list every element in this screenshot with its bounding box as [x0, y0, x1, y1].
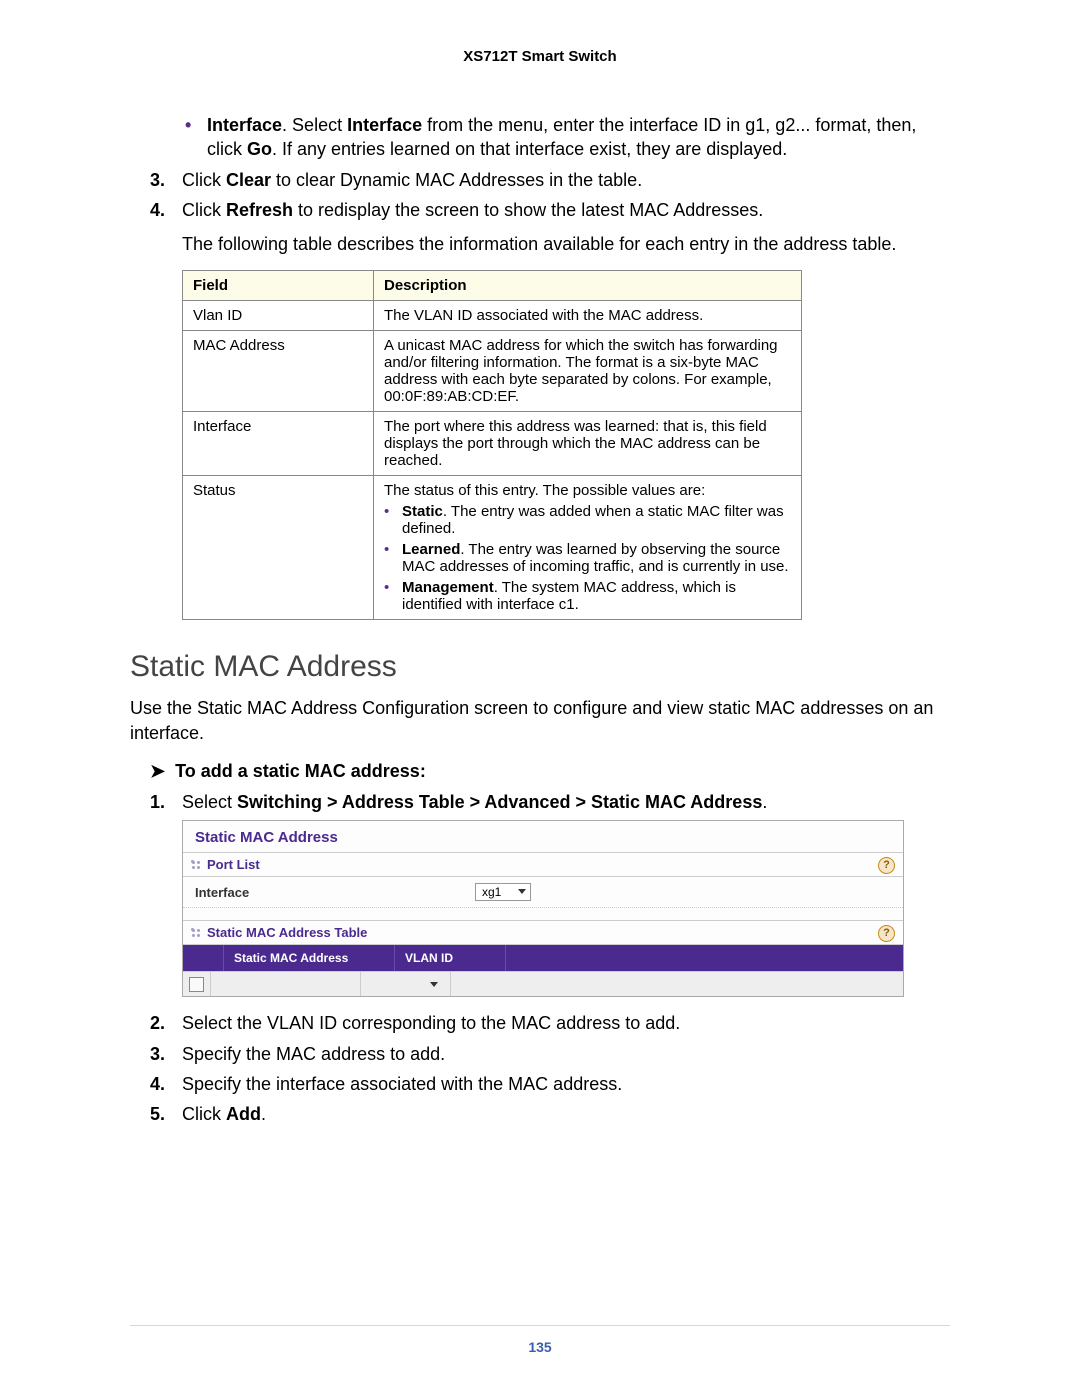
td-desc: A unicast MAC address for which the swit… — [374, 331, 802, 412]
bullet-dot-icon: • — [384, 541, 402, 575]
status-item: • Static. The entry was added when a sta… — [384, 503, 791, 537]
td-field: Status — [183, 476, 374, 620]
td-field: MAC Address — [183, 331, 374, 412]
task-step-3: 3. Specify the MAC address to add. — [150, 1042, 950, 1066]
table-row: MAC Address A unicast MAC address for wh… — [183, 331, 802, 412]
table-row: Status The status of this entry. The pos… — [183, 476, 802, 620]
intro-bullet: • Interface. Select Interface from the m… — [185, 113, 950, 162]
arrow-right-icon: ➤ — [150, 761, 165, 782]
help-icon[interactable]: ? — [878, 857, 895, 874]
status-item-text: . The entry was added when a static MAC … — [402, 503, 784, 537]
intro-text-3: . If any entries learned on that interfa… — [272, 139, 787, 159]
table-row: Interface The port where this address wa… — [183, 412, 802, 476]
step-number: 2. — [150, 1011, 182, 1035]
intro-text-1: . Select — [282, 115, 347, 135]
grip-dots-icon — [191, 860, 201, 870]
section-heading: Static MAC Address — [130, 650, 950, 684]
ui-column-header-row: Static MAC Address VLAN ID — [183, 945, 903, 971]
step-text: . — [762, 792, 767, 812]
step-number: 1. — [150, 790, 182, 814]
vlan-select-cell[interactable] — [361, 972, 451, 996]
bullet-dot-icon: • — [384, 579, 402, 613]
step-bold: Add — [226, 1104, 261, 1124]
grip-dots-icon — [191, 928, 201, 938]
step-number: 3. — [150, 168, 182, 192]
task-step-4: 4. Specify the interface associated with… — [150, 1072, 950, 1096]
task-step-5: 5. Click Add. — [150, 1102, 950, 1126]
status-item: • Management. The system MAC address, wh… — [384, 579, 791, 613]
interface-select[interactable]: xg1 — [475, 883, 531, 901]
chevron-down-icon — [518, 889, 526, 894]
task-step-1: 1. Select Switching > Address Table > Ad… — [150, 790, 950, 814]
td-desc: The status of this entry. The possible v… — [374, 476, 802, 620]
task-heading: ➤ To add a static MAC address: — [150, 761, 950, 782]
th-description: Description — [374, 271, 802, 301]
th-checkbox — [183, 945, 224, 971]
intro-bold-3: Go — [247, 139, 272, 159]
step-text: Select — [182, 792, 237, 812]
td-desc: The VLAN ID associated with the MAC addr… — [374, 301, 802, 331]
ui-panel-title: Static MAC Address — [183, 821, 903, 853]
step-number: 5. — [150, 1102, 182, 1126]
step-3: 3. Click Clear to clear Dynamic MAC Addr… — [150, 168, 950, 192]
footer-rule — [130, 1325, 950, 1327]
td-checkbox — [183, 972, 211, 996]
port-list-label: Port List — [207, 857, 260, 872]
status-item: • Learned. The entry was learned by obse… — [384, 541, 791, 575]
mac-input-cell[interactable] — [211, 972, 361, 996]
bullet-dot-icon: • — [384, 503, 402, 537]
step-bold: Clear — [226, 170, 271, 190]
th-mac: Static MAC Address — [224, 945, 395, 971]
step-text: Select the VLAN ID corresponding to the … — [182, 1011, 950, 1035]
ui-spacer — [183, 908, 903, 921]
step-text: Specify the MAC address to add. — [182, 1042, 950, 1066]
section-paragraph: Use the Static MAC Address Configuration… — [130, 696, 950, 745]
table-header-row: Field Description — [183, 271, 802, 301]
table-title-label: Static MAC Address Table — [207, 925, 367, 940]
step-number: 3. — [150, 1042, 182, 1066]
interface-label: Interface — [195, 885, 475, 900]
status-item-text: . The entry was learned by observing the… — [402, 541, 789, 575]
td-field: Vlan ID — [183, 301, 374, 331]
bullet-dot-icon: • — [185, 113, 207, 162]
page-number: 135 — [0, 1339, 1080, 1355]
step-text: to redisplay the screen to show the late… — [293, 200, 763, 220]
task-step-2: 2. Select the VLAN ID corresponding to t… — [150, 1011, 950, 1035]
interface-select-value: xg1 — [482, 885, 501, 899]
field-description-table: Field Description Vlan ID The VLAN ID as… — [182, 270, 802, 620]
step-text: Specify the interface associated with th… — [182, 1072, 950, 1096]
ui-table-input-row — [183, 971, 903, 996]
status-item-bold: Learned — [402, 541, 460, 558]
step-text: Click — [182, 200, 226, 220]
step-number: 4. — [150, 1072, 182, 1096]
status-item-bold: Static — [402, 503, 443, 520]
ui-table-header-bar: Static MAC Address Table ? — [183, 921, 903, 945]
chevron-down-icon — [430, 982, 438, 987]
td-desc: The port where this address was learned:… — [374, 412, 802, 476]
step-text: Click — [182, 170, 226, 190]
intro-bold-2: Interface — [347, 115, 422, 135]
task-heading-text: To add a static MAC address: — [175, 761, 426, 782]
td-field: Interface — [183, 412, 374, 476]
status-item-bold: Management — [402, 579, 494, 596]
th-vlan: VLAN ID — [395, 945, 506, 971]
nav-path: Switching > Address Table > Advanced > S… — [237, 792, 762, 812]
table-row: Vlan ID The VLAN ID associated with the … — [183, 301, 802, 331]
intro-bold-1: Interface — [207, 115, 282, 135]
step-text: . — [261, 1104, 266, 1124]
page-header-title: XS712T Smart Switch — [130, 48, 950, 65]
step-text: to clear Dynamic MAC Addresses in the ta… — [271, 170, 642, 190]
row-checkbox[interactable] — [189, 977, 204, 992]
step-number: 4. — [150, 198, 182, 222]
ui-interface-row: Interface xg1 — [183, 877, 903, 908]
ui-screenshot-panel: Static MAC Address Port List ? Interface… — [182, 820, 904, 997]
step-4: 4. Click Refresh to redisplay the screen… — [150, 198, 950, 222]
step-bold: Refresh — [226, 200, 293, 220]
help-icon[interactable]: ? — [878, 925, 895, 942]
step-text: Click — [182, 1104, 226, 1124]
ui-port-list-header: Port List ? — [183, 853, 903, 877]
status-intro: The status of this entry. The possible v… — [384, 482, 705, 499]
table-intro-text: The following table describes the inform… — [182, 232, 950, 256]
th-field: Field — [183, 271, 374, 301]
